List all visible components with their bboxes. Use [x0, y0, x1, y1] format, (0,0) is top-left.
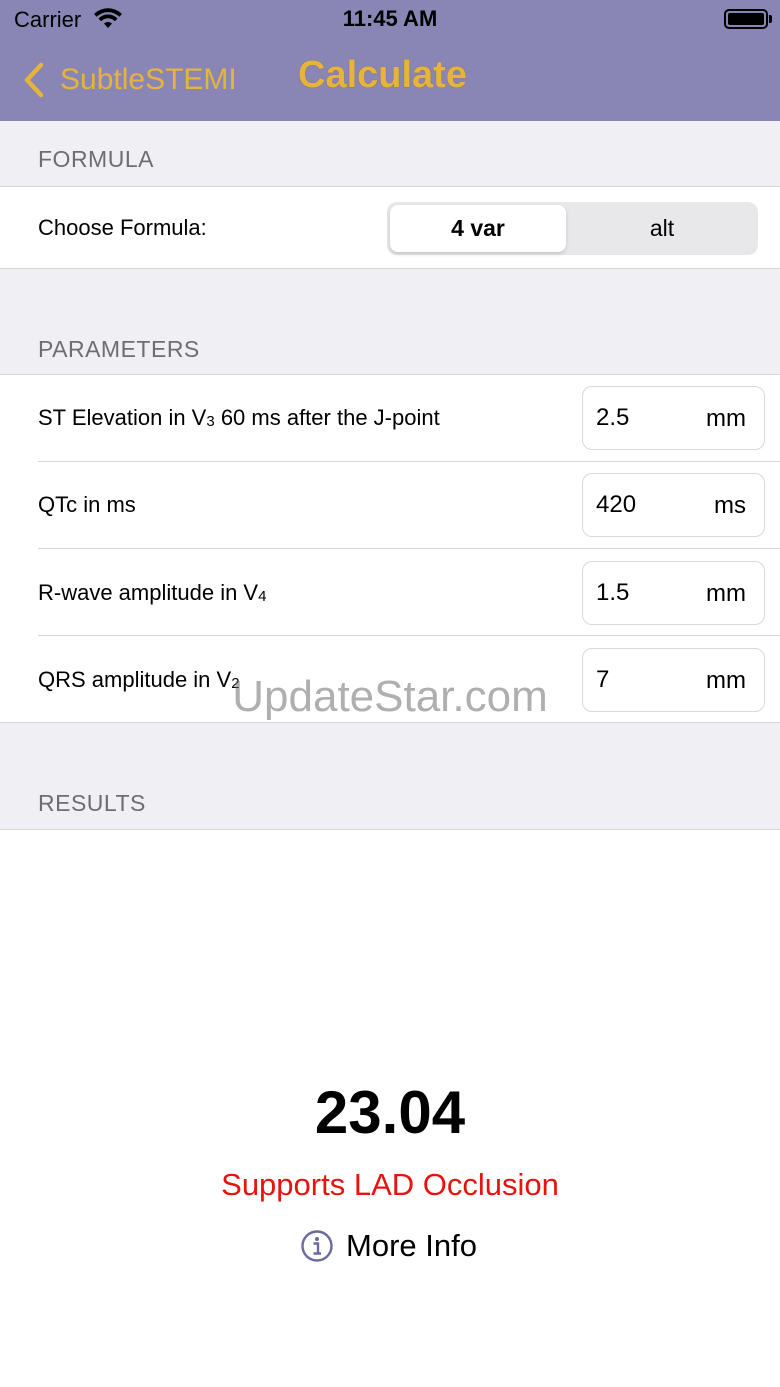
qtc-input[interactable]: 420 ms	[582, 473, 765, 537]
qtc-unit: ms	[714, 492, 746, 519]
battery-icon	[724, 9, 768, 29]
more-info-label: More Info	[346, 1228, 477, 1263]
parameters-section-title: PARAMETERS	[38, 336, 200, 362]
formula-segmented-control: 4 var alt	[387, 202, 758, 255]
st-elevation-unit: mm	[706, 405, 746, 432]
battery-tip	[769, 15, 772, 23]
status-bar: Carrier 11:45 AM	[0, 0, 780, 40]
results-section-header: RESULTS	[0, 722, 780, 830]
info-icon	[301, 1230, 333, 1262]
back-button-label: SubtleSTEMI	[60, 63, 237, 96]
formula-section-header: FORMULA	[0, 121, 780, 187]
formula-option-alt[interactable]: alt	[569, 205, 755, 252]
choose-formula-label: Choose Formula:	[38, 215, 207, 240]
watermark: UpdateStar.com	[232, 672, 548, 721]
parameters-section-header: PARAMETERS	[0, 268, 780, 375]
formula-section-title: FORMULA	[38, 146, 154, 172]
result-score: 23.04	[314, 1079, 466, 1146]
row-divider	[38, 461, 780, 462]
formula-option-4var[interactable]: 4 var	[390, 205, 566, 252]
r-wave-unit: mm	[706, 580, 746, 607]
qtc-value: 420	[596, 491, 637, 518]
param-label-r-wave: R-wave amplitude in V4	[38, 580, 267, 605]
row-divider	[38, 548, 780, 549]
back-button[interactable]: SubtleSTEMI	[20, 58, 237, 102]
results-section-title: RESULTS	[38, 790, 146, 816]
page-title: Calculate	[298, 54, 467, 96]
more-info-button[interactable]: More Info	[300, 1226, 477, 1266]
st-elevation-input[interactable]: 2.5 mm	[582, 386, 765, 450]
result-interpretation: Supports LAD Occlusion	[221, 1167, 559, 1202]
r-wave-input[interactable]: 1.5 mm	[582, 561, 765, 625]
r-wave-value: 1.5	[596, 579, 630, 606]
param-label-qtc: QTc in ms	[38, 492, 136, 517]
param-label-st-elevation: ST Elevation in V3 60 ms after the J-poi…	[38, 405, 440, 430]
row-divider	[38, 635, 780, 636]
navigation-header: Carrier 11:45 AM SubtleSTEMI Calculate	[0, 0, 780, 121]
chevron-left-icon	[24, 62, 44, 98]
st-elevation-value: 2.5	[596, 404, 630, 431]
status-time: 11:45 AM	[342, 6, 438, 31]
